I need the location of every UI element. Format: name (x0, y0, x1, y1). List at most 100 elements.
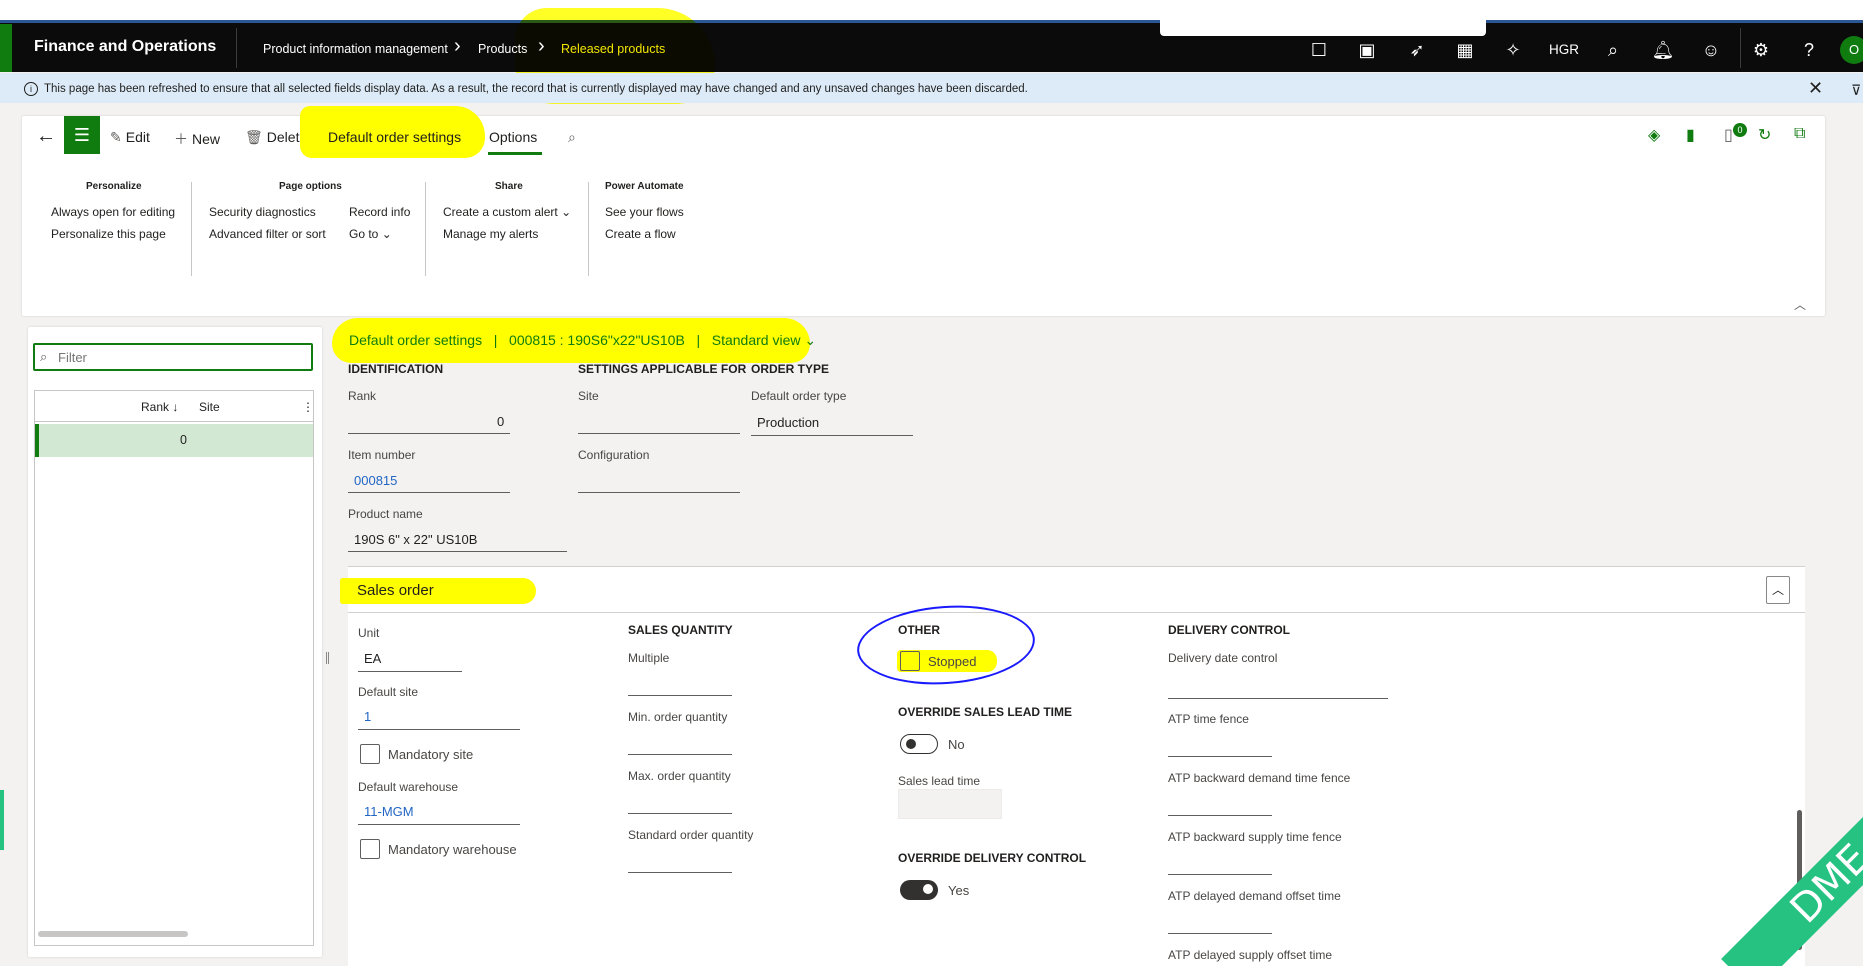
trash-icon: 🗑︎ (245, 129, 263, 145)
min-order-quantity-field[interactable] (628, 731, 732, 755)
advanced-filter-button[interactable]: Advanced filter or sort (209, 227, 326, 241)
info-message: This page has been refreshed to ensure t… (44, 83, 1028, 95)
item-number-value[interactable]: 000815 (354, 473, 397, 488)
create-custom-alert-label: Create a custom alert (443, 205, 558, 219)
magic-wand-icon[interactable]: ✧ (1500, 38, 1526, 62)
divider (35, 421, 313, 422)
bell-icon[interactable]: 🔔︎ (1650, 38, 1676, 62)
search-icon[interactable]: ⌕ (568, 129, 576, 146)
tab-options[interactable]: Options (489, 129, 537, 145)
default-order-type-label: Default order type (751, 389, 847, 403)
atp-backward-supply-field[interactable] (1168, 851, 1272, 875)
see-your-flows-button[interactable]: See your flows (605, 205, 684, 219)
refresh-icon[interactable]: ↻ (1758, 125, 1771, 145)
diamond-icon[interactable]: ◈ (1648, 125, 1660, 145)
breadcrumb-module[interactable]: Product information management (263, 42, 448, 56)
default-warehouse-value[interactable]: 11-MGM (364, 804, 414, 819)
settings-applicable-header: SETTINGS APPLICABLE FOR (578, 362, 747, 376)
atp-time-fence-field[interactable] (1168, 733, 1272, 757)
company-picker[interactable]: HGR (1549, 42, 1579, 57)
rank-header-label: Rank (141, 400, 170, 414)
create-custom-alert-button[interactable]: Create a custom alert ⌄ (443, 205, 571, 219)
sales-order-title[interactable]: Sales order (357, 582, 434, 599)
splitter-handle[interactable] (326, 652, 329, 664)
chevron-up-icon[interactable]: ︿ (1766, 576, 1790, 604)
breadcrumb-released-products[interactable]: Released products (561, 42, 665, 56)
edit-button[interactable]: ✎ Edit (110, 129, 150, 146)
help-icon[interactable]: ? (1796, 38, 1822, 62)
tab-default-order-settings[interactable]: Default order settings (328, 129, 461, 145)
open-new-window-icon[interactable]: ⧉ (1794, 125, 1805, 143)
atp-backward-supply-label: ATP backward supply time fence (1168, 830, 1342, 844)
delete-button[interactable]: 🗑︎ Delete (245, 129, 307, 146)
go-to-label: Go to (349, 227, 379, 241)
chevron-down-icon: ⌄ (804, 332, 817, 348)
table-cell-rank: 0 (180, 433, 187, 447)
group-title-page-options: Page options (279, 181, 342, 192)
default-site-field[interactable] (358, 704, 520, 730)
max-order-quantity-label: Max. order quantity (628, 769, 731, 783)
office-icon[interactable]: ▮ (1686, 125, 1695, 145)
back-arrow-icon[interactable]: ← (36, 125, 56, 148)
chevron-up-icon[interactable]: ︿ (1794, 296, 1806, 313)
top-navigation-bar (0, 0, 1863, 72)
grid-icon[interactable]: ▦ (1452, 38, 1478, 62)
atp-delayed-demand-label: ATP delayed demand offset time (1168, 889, 1341, 903)
max-order-quantity-field[interactable] (628, 790, 732, 814)
window-tab-area (1160, 0, 1486, 36)
delivery-control-header: DELIVERY CONTROL (1168, 623, 1291, 637)
more-options-icon[interactable]: ⋮ (302, 400, 314, 414)
product-name-label: Product name (348, 507, 423, 521)
atp-backward-demand-field[interactable] (1168, 792, 1272, 816)
search-icon[interactable]: ⌕ (1600, 38, 1626, 62)
avatar[interactable]: O (1840, 36, 1863, 64)
devices-icon[interactable]: ▣ (1354, 38, 1380, 62)
chevron-right-icon: › (538, 35, 545, 57)
form-title-text: Default order settings | 000815 : 190S6"… (349, 332, 801, 348)
close-icon[interactable]: ✕ (1808, 78, 1823, 99)
override-sales-lead-time-header: OVERRIDE SALES LEAD TIME (898, 705, 1073, 719)
rocket-icon[interactable]: ➶ (1404, 38, 1430, 62)
gear-icon[interactable]: ⚙ (1748, 38, 1774, 62)
override-lead-time-toggle[interactable] (900, 734, 938, 754)
mandatory-warehouse-checkbox[interactable] (360, 839, 380, 859)
delivery-date-control-select[interactable] (1168, 672, 1388, 699)
form-title[interactable]: Default order settings | 000815 : 190S6"… (349, 332, 816, 349)
standard-order-quantity-field[interactable] (628, 849, 732, 873)
breadcrumb-products[interactable]: Products (478, 42, 527, 56)
create-flow-button[interactable]: Create a flow (605, 227, 676, 241)
manage-alerts-button[interactable]: Manage my alerts (443, 227, 538, 241)
hamburger-menu-icon[interactable]: ☰ (64, 116, 100, 154)
personalize-page-button[interactable]: Personalize this page (51, 227, 166, 241)
window-icon[interactable]: ☐ (1306, 38, 1332, 62)
multiple-field[interactable] (628, 672, 732, 696)
filter-icon[interactable]: ⊽ (1851, 82, 1861, 99)
override-delivery-control-toggle[interactable] (900, 880, 938, 900)
delivery-date-control-label: Delivery date control (1168, 651, 1278, 665)
sales-quantity-header: SALES QUANTITY (628, 623, 733, 637)
record-info-button[interactable]: Record info (349, 205, 410, 219)
mandatory-site-checkbox[interactable] (360, 744, 380, 764)
attachment-icon[interactable]: ▯ (1724, 125, 1733, 145)
divider (1740, 28, 1741, 68)
new-button[interactable]: ＋ New (174, 129, 220, 149)
horizontal-scrollbar[interactable] (38, 931, 188, 937)
attachment-count-badge: 0 (1733, 123, 1747, 137)
atp-delayed-demand-field[interactable] (1168, 910, 1272, 934)
column-header-site[interactable]: Site (199, 400, 220, 414)
window-top-strip (0, 0, 1863, 20)
app-title[interactable]: Finance and Operations (34, 38, 216, 56)
rank-field[interactable] (348, 410, 510, 434)
configuration-field[interactable] (578, 469, 740, 493)
table-row[interactable] (35, 424, 313, 457)
smiley-icon[interactable]: ☺ (1698, 38, 1724, 62)
security-diagnostics-button[interactable]: Security diagnostics (209, 205, 316, 219)
identification-header: IDENTIFICATION (348, 362, 444, 376)
go-to-button[interactable]: Go to ⌄ (349, 227, 392, 241)
site-field[interactable] (578, 410, 740, 434)
default-site-value[interactable]: 1 (364, 709, 371, 724)
filter-input[interactable] (58, 350, 298, 365)
column-header-rank[interactable]: Rank ↓ (141, 400, 178, 414)
multiple-label: Multiple (628, 651, 670, 665)
always-open-for-editing-button[interactable]: Always open for editing (51, 205, 175, 219)
